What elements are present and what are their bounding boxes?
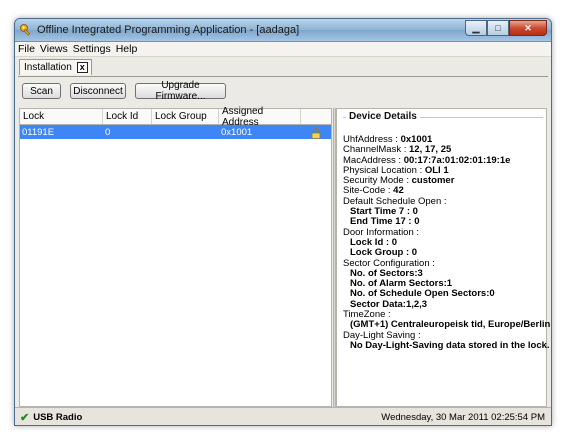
column-header-lock-id[interactable]: Lock Id xyxy=(103,109,152,124)
table-row[interactable]: 01191E 0 0x1001 xyxy=(20,125,331,139)
cell-lock-group xyxy=(152,125,219,139)
tab-installation[interactable]: Installation x xyxy=(19,59,92,75)
column-header-assigned-address[interactable]: Assigned Address xyxy=(219,106,301,128)
detail-value: No Day-Light-Saving data stored in the l… xyxy=(350,339,550,351)
cell-assigned-address: 0x1001 xyxy=(221,126,253,138)
lock-icon xyxy=(311,127,321,139)
toolbar: Scan Disconnect Upgrade Firmware... xyxy=(18,77,548,105)
key-icon xyxy=(19,23,33,37)
column-header-lock[interactable]: Lock xyxy=(20,109,103,124)
detail-line: No Day-Light-Saving data stored in the l… xyxy=(343,340,550,351)
menu-file[interactable]: File xyxy=(18,43,35,55)
app-window: Offline Integrated Programming Applicati… xyxy=(14,18,552,426)
column-header-icon xyxy=(301,109,331,124)
tab-strip: Installation x xyxy=(15,57,551,75)
detail-value: customer xyxy=(411,175,455,187)
cell-lock-id: 0 xyxy=(105,126,111,138)
device-details-group: Device Details UhfAddress : 0x1001 Channe… xyxy=(343,111,550,405)
disconnect-button[interactable]: Disconnect xyxy=(70,83,126,99)
tab-close-icon[interactable]: x xyxy=(76,62,88,73)
device-details-title: Device Details xyxy=(346,111,420,122)
device-details-list: UhfAddress : 0x1001 ChannelMask : 12, 17,… xyxy=(343,134,550,351)
connection-status: USB Radio xyxy=(33,411,83,423)
window-controls: ▁ □ ✕ xyxy=(465,20,547,36)
check-icon: ✔ xyxy=(20,411,30,424)
status-datetime: Wednesday, 30 Mar 2011 02:25:54 PM xyxy=(381,411,545,423)
tab-label: Installation xyxy=(24,62,72,73)
menu-settings[interactable]: Settings xyxy=(73,43,111,55)
minimize-button[interactable]: ▁ xyxy=(465,20,487,36)
title-bar[interactable]: Offline Integrated Programming Applicati… xyxy=(15,19,551,42)
menu-help[interactable]: Help xyxy=(116,43,138,55)
cell-icon xyxy=(301,125,331,139)
close-button[interactable]: ✕ xyxy=(509,20,547,36)
device-details-panel: Device Details UhfAddress : 0x1001 Channe… xyxy=(336,108,550,407)
scan-button[interactable]: Scan xyxy=(22,83,61,99)
cell-lock: 01191E xyxy=(22,126,55,138)
menu-views[interactable]: Views xyxy=(40,43,68,55)
upgrade-firmware-button[interactable]: Upgrade Firmware... xyxy=(135,80,226,102)
status-bar: ✔ USB Radio Wednesday, 30 Mar 2011 02:25… xyxy=(15,407,551,425)
menu-bar: File Views Settings Help xyxy=(15,42,551,57)
window-title: Offline Integrated Programming Applicati… xyxy=(37,24,300,36)
lock-table: Lock Lock Id Lock Group Assigned Address… xyxy=(19,106,332,407)
maximize-button[interactable]: □ xyxy=(487,20,509,36)
column-header-lock-group[interactable]: Lock Group xyxy=(152,109,219,124)
installation-panel: Scan Disconnect Upgrade Firmware... Lock… xyxy=(18,76,550,407)
table-header: Lock Lock Id Lock Group Assigned Address xyxy=(20,106,331,128)
